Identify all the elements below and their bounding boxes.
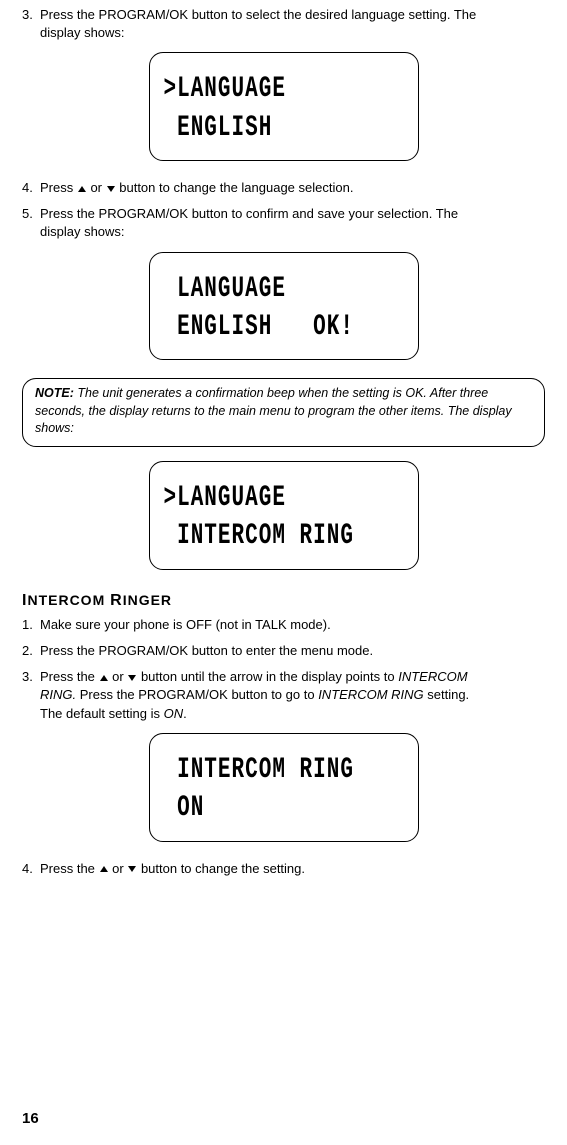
step-num: 4.	[22, 179, 40, 197]
t: Press the PROGRAM/OK button to go to	[76, 687, 318, 702]
lcd-line-2: INTERCOM RING	[164, 518, 404, 558]
ir-step-4: 4. Press the or button to change the set…	[22, 860, 545, 878]
arrow-up-icon	[100, 866, 108, 872]
step-num: 5.	[22, 205, 40, 241]
t: button to change the language selection.	[116, 180, 354, 195]
step-text: Press the or button until the arrow in t…	[40, 668, 545, 723]
t-italic: RING.	[40, 687, 76, 702]
line: display shows:	[40, 25, 125, 40]
line: display shows:	[40, 224, 125, 239]
t: or	[87, 180, 106, 195]
note-box: NOTE: The unit generates a confirmation …	[22, 378, 545, 447]
t-italic: INTERCOM RING	[318, 687, 423, 702]
t: or	[109, 669, 128, 684]
lcd-line-1: INTERCOM RING	[164, 752, 404, 792]
section-intercom-ringer: INTERCOM RINGER	[22, 590, 545, 612]
step-4: 4. Press or button to change the languag…	[22, 179, 545, 197]
lcd-display-intercom-menu: >LANGUAGE INTERCOM RING	[149, 461, 419, 570]
step-num: 3.	[22, 6, 40, 42]
lcd-display-language: >LANGUAGE ENGLISH	[149, 52, 419, 161]
t: .	[183, 706, 187, 721]
ir-step-2: 2. Press the PROGRAM/OK button to enter …	[22, 642, 545, 660]
lcd-line-2: ENGLISH OK!	[164, 309, 404, 349]
rest: INGER	[123, 592, 172, 608]
lcd-line-2: ENGLISH	[164, 110, 404, 150]
note-text: The unit generates a confirmation beep w…	[35, 386, 512, 435]
step-num: 1.	[22, 616, 40, 634]
step-text: Press the PROGRAM/OK button to enter the…	[40, 642, 545, 660]
line: Press the PROGRAM/OK button to select th…	[40, 7, 476, 22]
t: Press	[40, 180, 77, 195]
lcd-line-2: ON	[164, 790, 404, 830]
rest: NTERCOM	[27, 592, 110, 608]
t: button to change the setting.	[137, 861, 305, 876]
note-label: NOTE:	[35, 386, 74, 400]
arrow-down-icon	[107, 186, 115, 192]
lcd-display-language-ok: LANGUAGE ENGLISH OK!	[149, 252, 419, 361]
t: The default setting is	[40, 706, 164, 721]
t: Press the	[40, 669, 99, 684]
step-text: Press the PROGRAM/OK button to select th…	[40, 6, 545, 42]
step-5: 5. Press the PROGRAM/OK button to confir…	[22, 205, 545, 241]
lcd-display-intercom-ring-on: INTERCOM RING ON	[149, 733, 419, 842]
ir-step-1: 1. Make sure your phone is OFF (not in T…	[22, 616, 545, 634]
step-text: Press the PROGRAM/OK button to confirm a…	[40, 205, 545, 241]
step-text: Press or button to change the language s…	[40, 179, 545, 197]
lcd-line-1: >LANGUAGE	[164, 480, 404, 520]
line: Press the PROGRAM/OK button to confirm a…	[40, 206, 458, 221]
step-3: 3. Press the PROGRAM/OK button to select…	[22, 6, 545, 42]
ir-step-3: 3. Press the or button until the arrow i…	[22, 668, 545, 723]
step-num: 4.	[22, 860, 40, 878]
t-italic: INTERCOM	[398, 669, 467, 684]
page-number: 16	[22, 1108, 39, 1129]
step-text: Make sure your phone is OFF (not in TALK…	[40, 616, 545, 634]
arrow-down-icon	[128, 675, 136, 681]
cap: R	[110, 592, 123, 609]
t-italic: ON	[164, 706, 184, 721]
arrow-down-icon	[128, 866, 136, 872]
arrow-up-icon	[78, 186, 86, 192]
arrow-up-icon	[100, 675, 108, 681]
t: or	[109, 861, 128, 876]
t: button until the arrow in the display po…	[137, 669, 398, 684]
lcd-line-1: LANGUAGE	[164, 271, 404, 311]
step-num: 2.	[22, 642, 40, 660]
t: Press the	[40, 861, 99, 876]
lcd-line-1: >LANGUAGE	[164, 71, 404, 111]
step-num: 3.	[22, 668, 40, 723]
t: setting.	[424, 687, 470, 702]
step-text: Press the or button to change the settin…	[40, 860, 545, 878]
